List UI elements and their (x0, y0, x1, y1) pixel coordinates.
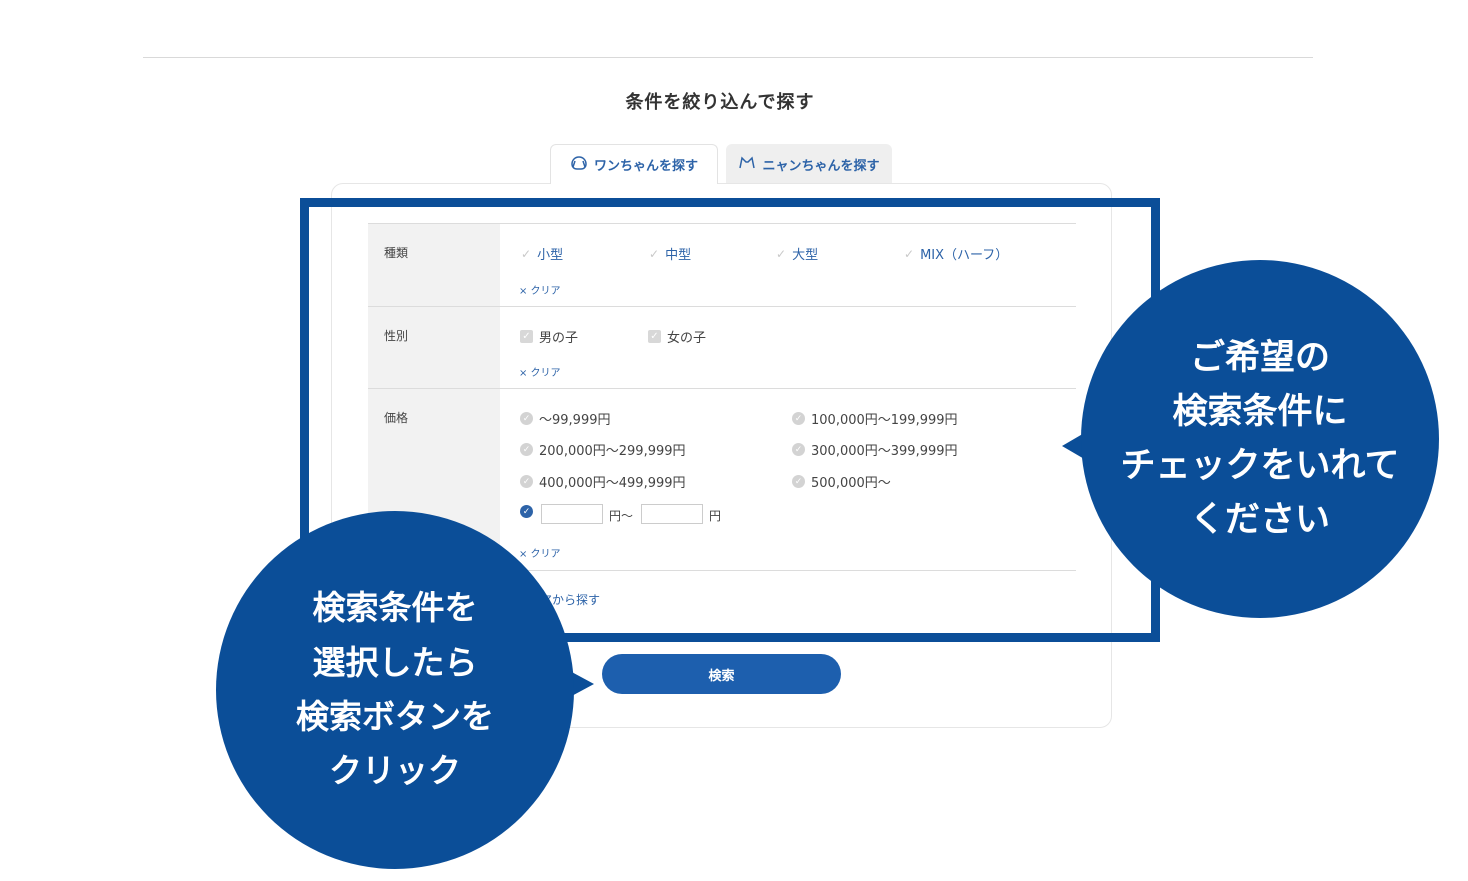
price-option-6[interactable]: ✓ 500,000円～ (792, 472, 891, 491)
check-icon: ✓ (904, 246, 915, 261)
gender-clear-link[interactable]: × クリア (519, 364, 561, 379)
gender-option-male[interactable]: ✓ 男の子 (520, 327, 578, 346)
price-max-input[interactable] (641, 504, 703, 524)
breed-option-large[interactable]: ✓ 大型 (776, 244, 818, 264)
tab-dog-label: ワンちゃんを探す (593, 159, 698, 174)
price-option-5[interactable]: ✓ 400,000円～499,999円 (520, 472, 686, 491)
page-title: 条件を絞り込んで探す (625, 92, 815, 113)
price-option-3[interactable]: ✓ 200,000円～299,999円 (520, 440, 686, 459)
callout-left: 検索条件を 選択したら 検索ボタンを クリック (216, 511, 574, 869)
radio-icon: ✓ (520, 475, 533, 488)
dog-icon (570, 155, 588, 175)
callout-right-line: チェックをいれて (1120, 446, 1400, 486)
tab-cat-label: ニャンちゃんを探す (762, 158, 880, 174)
price-min-input[interactable] (541, 504, 603, 524)
radio-icon: ✓ (792, 412, 805, 425)
checkbox-icon: ✓ (520, 330, 533, 343)
price-custom-radio[interactable]: ✓ (520, 505, 533, 518)
price-option-4[interactable]: ✓ 300,000円～399,999円 (792, 440, 958, 459)
callout-right-line: ご希望の (1189, 337, 1330, 378)
row-label-breed: 種類 (368, 224, 500, 306)
price-clear-link[interactable]: × クリア (519, 545, 561, 560)
cat-icon (738, 154, 756, 174)
radio-icon: ✓ (792, 443, 805, 456)
callout-left-line: 選択したら (312, 642, 478, 682)
price-option-1[interactable]: ✓ ～99,999円 (520, 409, 611, 428)
tab-cat-search[interactable]: ニャンちゃんを探す (726, 144, 892, 184)
price-min-unit: 円～ (609, 509, 634, 523)
row-label-gender: 性別 (368, 307, 500, 388)
radio-icon: ✓ (520, 412, 533, 425)
checkbox-icon: ✓ (648, 330, 661, 343)
callout-right-line: 検索条件に (1172, 391, 1348, 432)
breed-clear-link[interactable]: × クリア (519, 282, 561, 297)
callout-left-line: 検索ボタンを (296, 697, 494, 736)
check-icon: ✓ (649, 246, 660, 261)
radio-checked-icon: ✓ (520, 505, 533, 518)
check-icon: ✓ (521, 246, 532, 261)
check-icon: ✓ (776, 246, 787, 261)
radio-icon: ✓ (792, 475, 805, 488)
search-button[interactable]: 検索 (602, 654, 841, 694)
price-max-unit: 円 (709, 509, 722, 523)
gender-option-female[interactable]: ✓ 女の子 (648, 327, 706, 346)
radio-icon: ✓ (520, 443, 533, 456)
callout-right-line: ください (1189, 500, 1330, 541)
top-divider (143, 57, 1313, 58)
callout-left-line: クリック (329, 751, 461, 791)
price-option-2[interactable]: ✓ 100,000円～199,999円 (792, 409, 958, 428)
breed-option-small[interactable]: ✓ 小型 (521, 244, 563, 264)
breed-option-medium[interactable]: ✓ 中型 (649, 244, 691, 264)
breed-option-mix[interactable]: ✓ MIX（ハーフ） (904, 244, 1008, 264)
callout-right: ご希望の 検索条件に チェックをいれて ください (1081, 260, 1439, 618)
tab-dog-search[interactable]: ワンちゃんを探す (550, 144, 718, 184)
callout-left-line: 検索条件を (312, 588, 478, 628)
